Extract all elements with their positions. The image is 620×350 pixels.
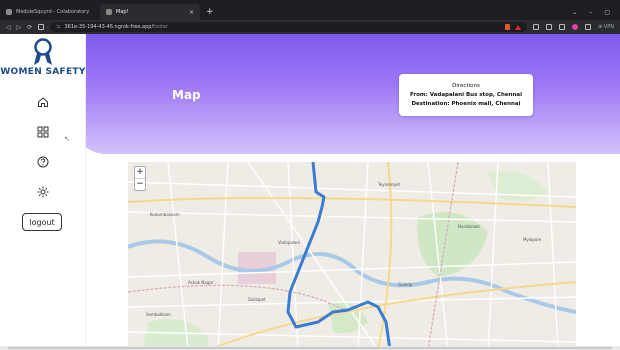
- brand-name: WOMEN SAFETY: [0, 67, 86, 77]
- tab-title: ModuleSquyrd - Colaboratory: [16, 9, 90, 15]
- back-icon[interactable]: ◁: [6, 24, 11, 31]
- map-place-label: Sembakkam: [146, 312, 171, 317]
- dashboard-icon: [37, 126, 49, 138]
- web-page: Map Directions From: Vadapalani Bus stop…: [0, 34, 620, 350]
- help-icon: [37, 156, 49, 168]
- sidebar-item-dashboard[interactable]: [0, 126, 86, 138]
- new-tab-button[interactable]: +: [200, 4, 220, 20]
- maximize-icon[interactable]: ▢: [604, 9, 610, 16]
- logout-button[interactable]: logout: [22, 213, 62, 231]
- map-place-label: Mylapore: [523, 237, 542, 242]
- vpn-button[interactable]: ⊕ VPN: [598, 24, 614, 30]
- browser-window: ModuleSquyrd - Colaboratory Map! × + ⌄ –…: [0, 0, 620, 350]
- colab-favicon-icon: [6, 9, 12, 15]
- address-bar: ◁ ▷ ⟳ ⇆ 361e-35-194-43-46.ngrok-free.app…: [0, 20, 620, 34]
- profile-icon[interactable]: [572, 24, 579, 30]
- tab-strip: ModuleSquyrd - Colaboratory Map! × + ⌄ –…: [0, 0, 620, 20]
- directions-heading: Directions: [452, 83, 480, 89]
- zoom-control: + −: [134, 166, 146, 191]
- map-place-label: Guindy: [398, 282, 413, 287]
- map-place-label: Vadapalani: [278, 240, 301, 245]
- tab-search-icon[interactable]: ⌄: [572, 9, 577, 16]
- url-actions: [505, 24, 522, 30]
- tab-map[interactable]: Map! ×: [100, 4, 200, 20]
- window-controls: ⌄ – ▢: [572, 4, 620, 20]
- map-place-label: Ashok Nagar: [188, 280, 214, 285]
- tab-title: Map!: [116, 9, 129, 15]
- extensions-icon[interactable]: [533, 24, 540, 30]
- map-place-label: Nandanam: [458, 224, 480, 229]
- bookmark-icon[interactable]: [38, 24, 45, 30]
- url-text: 361e-35-194-43-46.ngrok-free.app/: [64, 24, 154, 30]
- ribbon-logo-icon: [34, 38, 52, 65]
- directions-card: Directions From: Vadapalani Bus stop, Ch…: [399, 74, 533, 116]
- page-header: Map Directions From: Vadapalani Bus stop…: [72, 34, 620, 154]
- close-tab-icon[interactable]: ×: [189, 9, 194, 16]
- toolbar-icons: ⊕ VPN: [533, 24, 614, 30]
- tab-colaboratory[interactable]: ModuleSquyrd - Colaboratory: [0, 4, 100, 20]
- url-field[interactable]: ⇆ 361e-35-194-43-46.ngrok-free.app/foote…: [50, 22, 528, 32]
- zoom-out-button[interactable]: −: [135, 179, 145, 190]
- scrollbar-thumb[interactable]: [8, 347, 612, 349]
- minimize-icon[interactable]: –: [589, 9, 592, 16]
- site-info-icon[interactable]: ⇆: [56, 24, 60, 30]
- wallet-icon[interactable]: [559, 24, 566, 30]
- home-icon: [38, 97, 48, 107]
- zoom-in-button[interactable]: +: [135, 167, 145, 178]
- rewards-icon[interactable]: [515, 24, 522, 30]
- menu-icon[interactable]: [585, 24, 592, 30]
- sidebar-item-home[interactable]: [0, 96, 86, 108]
- directions-destination: Destination: Phoenix mall, Chennai: [411, 101, 521, 107]
- mouse-cursor-icon: ↖: [64, 135, 70, 143]
- map-view[interactable]: + − Kodambakkam Teynampet Nandanam Saida…: [128, 162, 576, 350]
- map-place-label: Teynampet: [378, 182, 401, 187]
- brave-shield-icon[interactable]: [505, 24, 511, 30]
- sidebar-item-settings[interactable]: [0, 186, 86, 198]
- globe-favicon-icon: [106, 9, 112, 15]
- map-place-label: Saidapet: [248, 297, 266, 302]
- reload-icon[interactable]: ⟳: [27, 24, 32, 31]
- settings-icon: [37, 186, 49, 198]
- forward-icon[interactable]: ▷: [17, 24, 22, 31]
- sidebar-item-help[interactable]: [0, 156, 86, 168]
- sidebar-icon[interactable]: [546, 24, 553, 30]
- page-title: Map: [172, 88, 201, 102]
- url-path: footer: [153, 24, 169, 30]
- map-place-label: Kodambakkam: [150, 212, 180, 217]
- directions-from: From: Vadapalani Bus stop, Chennai: [409, 92, 523, 98]
- brand-logo: WOMEN SAFETY: [0, 38, 86, 77]
- sidebar: WOMEN SAFETY ↖ logout: [0, 34, 86, 350]
- map-tiles: [128, 162, 576, 350]
